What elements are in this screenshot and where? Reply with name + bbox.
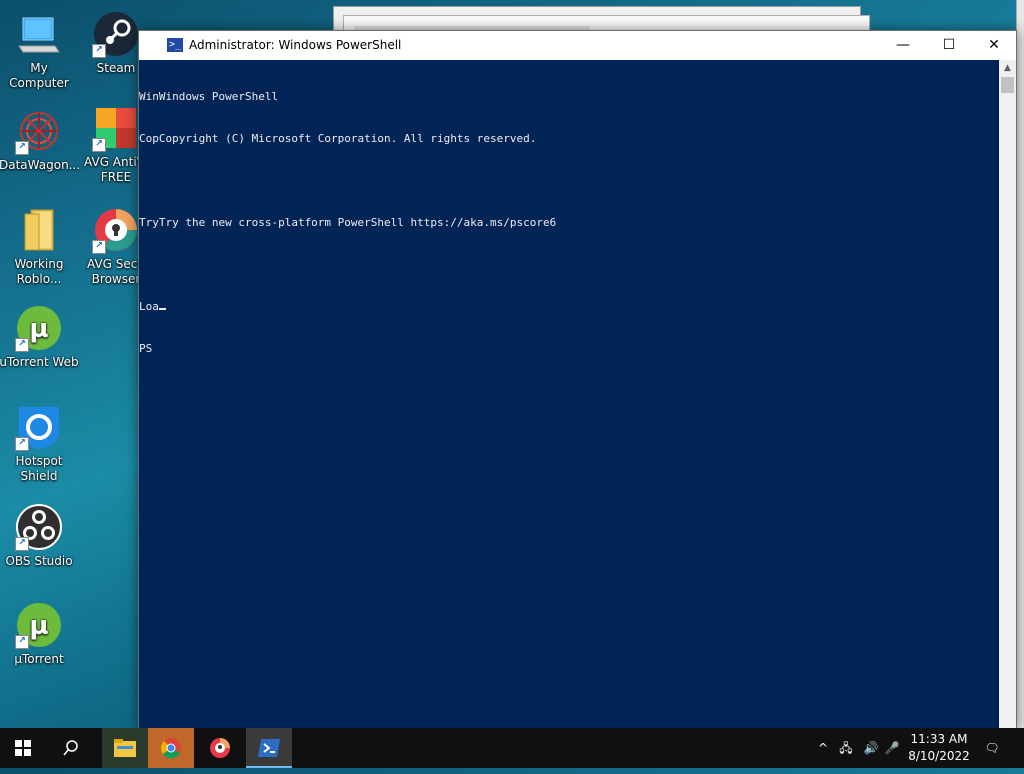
utorrent-web-icon: µ ↗	[15, 304, 63, 352]
svg-text:µ: µ	[29, 611, 48, 641]
shortcut-arrow-icon: ↗	[15, 437, 29, 451]
console-line: WinWindows PowerShell	[139, 90, 279, 103]
desktop-icon-datawagon[interactable]: ↗ DataWagon...	[0, 107, 81, 173]
close-button[interactable]: ✕	[971, 31, 1017, 60]
console-line: Loa	[139, 300, 999, 314]
console-line: CopCopyright (C) Microsoft Corporation. …	[139, 132, 537, 145]
scrollbar-thumb[interactable]	[1001, 77, 1014, 93]
shortcut-arrow-icon: ↗	[15, 537, 29, 551]
folder-icon	[15, 206, 63, 254]
desktop-icon-my-computer[interactable]: My Computer	[0, 10, 79, 91]
desktop-icon-obs-studio[interactable]: ↗ OBS Studio	[0, 503, 79, 569]
window-title: Administrator: Windows PowerShell	[189, 38, 402, 52]
datawagon-icon: ↗	[15, 107, 63, 155]
console-line: TryTry the new cross-platform PowerShell…	[139, 216, 557, 229]
desktop-icon-label: My Computer	[9, 61, 69, 90]
desktop-icon-label: OBS Studio	[5, 554, 73, 568]
shortcut-arrow-icon: ↗	[15, 635, 29, 649]
console-line-text: Loa	[139, 300, 159, 313]
start-button[interactable]	[0, 728, 46, 768]
shortcut-arrow-icon: ↗	[92, 240, 106, 254]
console-output[interactable]: WinWindows PowerShell CopCopyright (C) M…	[139, 60, 999, 731]
vertical-scrollbar[interactable]: ▲	[999, 60, 1016, 729]
powershell-icon	[258, 739, 280, 757]
file-explorer-icon	[114, 739, 136, 757]
minimize-button[interactable]: —	[880, 31, 926, 60]
desktop-icon-utorrent[interactable]: µ ↗ µTorrent	[0, 601, 79, 667]
taskbar: ^ 🖧 🔊 🎤 11:33 AM 8/10/2022 🗨	[0, 728, 1024, 768]
chrome-icon	[161, 738, 181, 759]
svg-text:µ: µ	[29, 314, 48, 344]
powershell-icon: >_	[167, 38, 183, 52]
powershell-window[interactable]: >_ Administrator: Windows PowerShell — ☐…	[138, 30, 1017, 731]
desktop-icon-label: Hotspot Shield	[15, 454, 63, 483]
desktop-icon-label: µTorrent	[14, 652, 64, 666]
background-window-edge	[1016, 0, 1024, 728]
show-hidden-icons-chevron-icon[interactable]: ^	[814, 728, 832, 768]
volume-icon[interactable]: 🔊	[860, 728, 882, 768]
avg-browser-icon	[210, 738, 230, 758]
taskbar-clock[interactable]: 11:33 AM 8/10/2022	[900, 731, 978, 765]
scroll-up-arrow-icon[interactable]: ▲	[999, 60, 1016, 77]
taskbar-file-explorer[interactable]	[102, 728, 148, 768]
shortcut-arrow-icon: ↗	[15, 141, 29, 155]
hotspot-shield-icon: ↗	[15, 403, 63, 451]
computer-icon	[15, 10, 63, 58]
avg-antivirus-icon: ↗	[92, 104, 140, 152]
avg-browser-icon: ↗	[92, 206, 140, 254]
maximize-button[interactable]: ☐	[926, 31, 972, 60]
taskbar-powershell[interactable]	[246, 728, 292, 768]
taskbar-chrome[interactable]	[148, 728, 194, 768]
desktop-icon-label: Steam	[96, 61, 136, 75]
desktop-icon-label: AVG Secu Browser	[87, 257, 145, 286]
desktop-icon-label: uTorrent Web	[0, 355, 79, 369]
clock-time: 11:33 AM	[910, 732, 968, 746]
text-cursor	[158, 308, 166, 310]
windows-logo-icon	[15, 740, 31, 756]
taskbar-avg-browser[interactable]	[197, 728, 243, 768]
clock-date: 8/10/2022	[908, 749, 970, 763]
network-icon[interactable]: 🖧	[836, 728, 856, 768]
notification-center-icon[interactable]: 🗨	[978, 728, 1006, 768]
search-icon	[63, 740, 78, 756]
shortcut-arrow-icon: ↗	[15, 338, 29, 352]
desktop-icon-hotspot-shield[interactable]: ↗ Hotspot Shield	[0, 403, 79, 484]
desktop-icon-label: Working Roblo...	[14, 257, 64, 286]
desktop-icon-working-roblox[interactable]: Working Roblo...	[0, 206, 79, 287]
desktop-icon-label: DataWagon...	[0, 158, 81, 172]
obs-icon: ↗	[15, 503, 63, 551]
search-button[interactable]	[48, 728, 94, 768]
utorrent-icon: µ ↗	[15, 601, 63, 649]
steam-icon: ↗	[92, 10, 140, 58]
shortcut-arrow-icon: ↗	[92, 138, 106, 152]
shortcut-arrow-icon: ↗	[92, 44, 106, 58]
console-prompt: PS	[139, 342, 153, 355]
microphone-icon[interactable]: 🎤	[884, 728, 900, 768]
desktop-icon-utorrent-web[interactable]: µ ↗ uTorrent Web	[0, 304, 79, 370]
window-titlebar[interactable]: >_ Administrator: Windows PowerShell — ☐…	[139, 31, 1016, 60]
